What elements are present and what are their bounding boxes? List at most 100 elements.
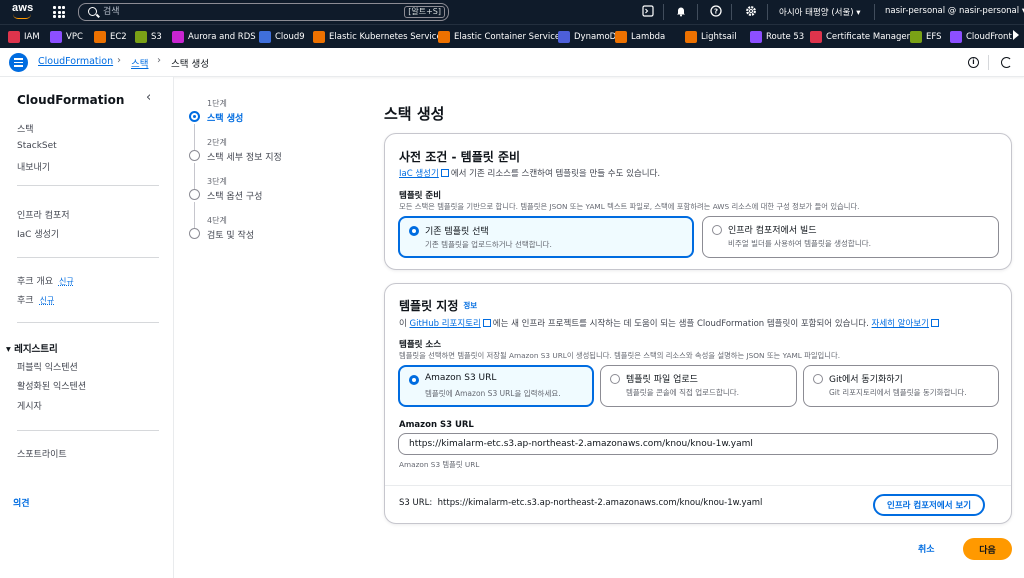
sidebar-item-stackset[interactable]: StackSet xyxy=(17,141,57,151)
search-box[interactable]: [알트+S] xyxy=(78,3,449,21)
option-title: 기존 템플릿 선택 xyxy=(425,227,489,237)
help-icon[interactable]: ? xyxy=(709,5,723,19)
radio-unselected-icon[interactable] xyxy=(712,225,722,235)
github-repo-link[interactable]: GitHub 리포지토리 xyxy=(410,319,481,329)
feedback-link[interactable]: 의견 xyxy=(13,496,30,509)
learn-more-link[interactable]: 자세히 알아보기 xyxy=(872,319,929,329)
favorites-scroll-right-icon[interactable] xyxy=(1013,30,1019,40)
services-grid-icon[interactable] xyxy=(53,6,65,18)
sidebar-section-registry[interactable]: ▾ 레지스트리 xyxy=(6,341,58,355)
favorite-vpc[interactable]: VPC xyxy=(50,30,83,44)
lightsail-icon xyxy=(685,31,697,43)
option-sync-from-git[interactable]: Git에서 동기화하기 Git 리포지토리에서 템플릿을 동기화합니다. xyxy=(803,365,999,407)
sidebar-item-stacks[interactable]: 스택 xyxy=(17,122,34,135)
sidebar-item-spotlight[interactable]: 스포트라이트 xyxy=(17,447,67,460)
acm-icon xyxy=(810,31,822,43)
cloud9-icon xyxy=(259,31,271,43)
step-4-label: 검토 및 작성 xyxy=(207,231,255,241)
favorite-cloud9[interactable]: Cloud9 xyxy=(259,30,305,44)
radio-unselected-icon[interactable] xyxy=(813,374,823,384)
card-description-text: 에서 기존 리소스를 스캔하여 템플릿을 만들 수도 있습니다. xyxy=(450,169,661,179)
sidebar-item-public-extensions[interactable]: 퍼블릭 익스텐션 xyxy=(17,360,78,373)
radio-selected-icon[interactable] xyxy=(409,375,419,385)
favorite-ecs[interactable]: Elastic Container Service xyxy=(438,30,560,44)
favorite-iam[interactable]: IAM xyxy=(8,30,40,44)
cancel-button[interactable]: 취소 xyxy=(918,542,935,555)
step-1-link[interactable]: 스택 생성 xyxy=(207,111,243,124)
sidebar-item-exports[interactable]: 내보내기 xyxy=(17,160,50,173)
card-description-prefix: 이 xyxy=(399,319,410,329)
cloudfront-icon xyxy=(950,31,962,43)
route53-icon xyxy=(750,31,762,43)
option-upload-template[interactable]: 템플릿 파일 업로드 템플릿을 콘솔에 직접 업로드합니다. xyxy=(600,365,797,407)
favorite-rds[interactable]: Aurora and RDS xyxy=(172,30,256,44)
favorite-s3[interactable]: S3 xyxy=(135,30,162,44)
step-number: 4단계 xyxy=(207,216,227,225)
lambda-icon xyxy=(615,31,627,43)
radio-unselected-icon[interactable] xyxy=(610,374,620,384)
sidebar-item-label: 후크 xyxy=(17,296,34,306)
favorite-dynamodb[interactable]: DynamoDB xyxy=(558,30,622,44)
favorite-eks[interactable]: Elastic Kubernetes Service xyxy=(313,30,442,44)
hamburger-menu-button[interactable] xyxy=(9,53,28,72)
history-icon[interactable] xyxy=(1001,57,1012,68)
option-description: 기존 템플릿을 업로드하거나 선택합니다. xyxy=(425,240,552,249)
sidebar-item-publishers[interactable]: 게시자 xyxy=(17,399,42,412)
favorite-efs[interactable]: EFS xyxy=(910,30,942,44)
option-description: 비주얼 빌더를 사용하여 템플릿을 생성합니다. xyxy=(728,239,872,248)
info-link[interactable]: 정보 xyxy=(463,301,477,310)
aws-logo[interactable]: aws xyxy=(10,2,34,20)
card-heading: 템플릿 지정 정보 xyxy=(399,297,477,314)
s3-url-summary-label: S3 URL: xyxy=(399,498,433,508)
option-existing-template[interactable]: 기존 템플릿 선택 기존 템플릿을 업로드하거나 선택합니다. xyxy=(398,216,694,258)
option-s3-url[interactable]: Amazon S3 URL 템플릿에 Amazon S3 URL을 입력하세요. xyxy=(398,365,594,407)
page-title: 스택 생성 xyxy=(384,105,445,123)
step-3-label: 스택 옵션 구성 xyxy=(207,192,263,202)
account-menu[interactable]: nasir-personal @ nasir-personal ▾ xyxy=(885,6,1024,16)
option-build-in-composer[interactable]: 인프라 컴포저에서 빌드 비주얼 빌더를 사용하여 템플릿을 생성합니다. xyxy=(702,216,999,258)
next-button[interactable]: 다음 xyxy=(963,538,1012,560)
ecs-icon xyxy=(438,31,450,43)
info-panel-icon[interactable]: i xyxy=(968,57,979,68)
close-sidebar-icon[interactable]: ‹ xyxy=(146,90,151,105)
cloudshell-icon[interactable] xyxy=(641,5,655,19)
account-label: nasir-personal @ nasir-personal xyxy=(885,6,1020,16)
efs-icon xyxy=(910,31,922,43)
favorite-label: Elastic Container Service xyxy=(454,32,561,42)
view-in-composer-button[interactable]: 인프라 컴포저에서 보기 xyxy=(873,494,986,516)
s3-url-input[interactable] xyxy=(398,433,998,455)
favorite-label: Certificate Manager xyxy=(826,32,911,42)
breadcrumb-cloudformation[interactable]: CloudFormation xyxy=(38,56,113,67)
step-number: 2단계 xyxy=(207,138,227,147)
favorite-cloudfront[interactable]: CloudFront xyxy=(950,30,1012,44)
breadcrumb-stacks[interactable]: 스택 xyxy=(131,56,148,70)
field-description: 모든 스택은 템플릿을 기반으로 합니다. 템플릿은 JSON 또는 YAML … xyxy=(399,202,860,211)
sidebar-item-infra-composer[interactable]: 인프라 컴포저 xyxy=(17,208,70,221)
favorite-lambda[interactable]: Lambda xyxy=(615,30,665,44)
s3-url-hint: Amazon S3 템플릿 URL xyxy=(399,460,480,469)
breadcrumb-separator-icon: › xyxy=(117,55,121,66)
favorite-label: VPC xyxy=(66,32,83,42)
bell-icon[interactable] xyxy=(674,5,688,19)
region-label: 아시아 태평양 (서울) xyxy=(779,8,854,18)
sidebar-item-iac-generator[interactable]: IaC 생성기 xyxy=(17,227,59,240)
option-title: Amazon S3 URL xyxy=(425,373,497,383)
step-pending-icon xyxy=(189,189,200,200)
search-input[interactable] xyxy=(103,5,403,19)
sidebar-item-hooks[interactable]: 후크 신규 xyxy=(17,293,54,306)
region-selector[interactable]: 아시아 태평양 (서울) ▾ xyxy=(779,6,861,18)
iac-generator-link[interactable]: IaC 생성기 xyxy=(399,169,439,179)
card-description: 이 GitHub 리포지토리 에는 새 인프라 프로젝트를 시작하는 데 도움이 … xyxy=(399,317,941,329)
favorite-acm[interactable]: Certificate Manager xyxy=(810,30,910,44)
favorite-ec2[interactable]: EC2 xyxy=(94,30,127,44)
sidebar-item-hooks-overview[interactable]: 후크 개요 신규 xyxy=(17,274,74,287)
step-number: 1단계 xyxy=(207,99,227,108)
sidebar-section-label: 레지스트리 xyxy=(14,344,58,355)
gear-icon[interactable] xyxy=(744,5,758,19)
favorite-route53[interactable]: Route 53 xyxy=(750,30,804,44)
external-link-icon xyxy=(930,319,939,327)
radio-selected-icon[interactable] xyxy=(409,226,419,236)
breadcrumb-bar: CloudFormation › 스택 › 스택 생성 i xyxy=(0,48,1024,77)
favorite-lightsail[interactable]: Lightsail xyxy=(685,30,737,44)
sidebar-item-activated-extensions[interactable]: 활성화된 익스텐션 xyxy=(17,379,86,392)
